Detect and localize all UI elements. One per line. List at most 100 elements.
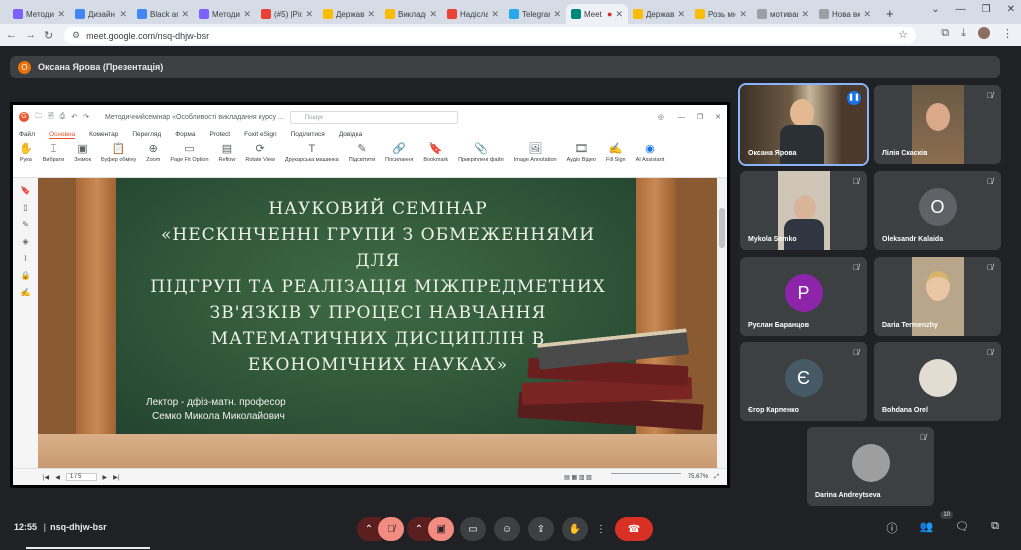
participant-tile[interactable]: Р 🎙̸ Руслан Баранцов — [740, 257, 867, 336]
account-icon[interactable]: ◎ — [658, 113, 664, 121]
raise-hand-button[interactable]: ✋ — [562, 517, 588, 541]
tool-snapshot[interactable]: ▣ Знімок — [74, 143, 91, 177]
menu-icon[interactable]: ⋮ — [1002, 27, 1013, 40]
close-icon[interactable]: ✕ — [615, 9, 623, 20]
camera-toggle-button[interactable]: ▣̸ — [428, 517, 454, 541]
tool-clipboard[interactable]: 📋 Буфер обміну — [101, 143, 136, 177]
menu-esign[interactable]: Foxit eSign — [244, 131, 277, 138]
info-icon[interactable]: ⓘ — [886, 520, 897, 536]
scrollbar-thumb[interactable] — [719, 208, 725, 248]
close-icon[interactable]: ✕ — [367, 9, 375, 20]
layers-panel-icon[interactable]: ◈ — [22, 237, 28, 246]
zoom-slider[interactable] — [611, 473, 681, 474]
pages-panel-icon[interactable]: ▯ — [23, 203, 27, 212]
menu-comment[interactable]: Коментар — [89, 131, 118, 138]
tab-3[interactable]: Методи ✕ — [194, 4, 256, 24]
close-icon[interactable]: ✕ — [677, 9, 685, 20]
people-icon[interactable]: 👥 — [919, 520, 933, 536]
close-icon[interactable]: ✕ — [119, 9, 127, 20]
extensions-icon[interactable]: ⧉ — [941, 27, 949, 40]
participant-tile[interactable]: 🎙̸ Mykola Semko — [740, 171, 867, 250]
tool-typewriter[interactable]: T Друкарська машинка — [285, 143, 339, 177]
new-tab-button[interactable]: + — [876, 4, 904, 24]
tool-hand[interactable]: ✋ Рука — [19, 143, 33, 177]
tab-11[interactable]: Розь мн ✕ — [690, 4, 752, 24]
participant-tile[interactable]: Є 🎙̸ Єгор Карпенко — [740, 342, 867, 421]
tab-2[interactable]: Black an ✕ — [132, 4, 194, 24]
signature-panel-icon[interactable]: ✍ — [21, 288, 31, 297]
captions-button[interactable]: ▭ — [460, 517, 486, 541]
tool-select[interactable]: ⌶ Вибрати — [43, 143, 64, 177]
undo-icon[interactable]: ↶ — [71, 113, 77, 121]
present-button[interactable]: ⇪ — [528, 517, 554, 541]
download-icon[interactable]: ⤓ — [961, 27, 966, 40]
prev-page-icon[interactable]: ◀ — [55, 474, 60, 481]
next-page-icon[interactable]: ▶ — [103, 474, 108, 481]
minimize-icon[interactable]: — — [956, 4, 966, 15]
tab-8[interactable]: Telegram✕ — [504, 4, 566, 24]
chat-icon[interactable]: 🗨 — [955, 520, 969, 536]
menu-protect[interactable]: Protect — [210, 131, 231, 138]
omnibox[interactable]: ⚙ meet.google.com/nsq-dhjw-bsr ☆ — [64, 27, 916, 44]
tab-4[interactable]: (#5) |Pio ✕ — [256, 4, 318, 24]
redo-icon[interactable]: ↷ — [83, 113, 89, 121]
menu-help[interactable]: Довідка — [339, 131, 362, 138]
print-icon[interactable]: ⎙ — [60, 113, 66, 121]
tab-10[interactable]: Держав ✕ — [628, 4, 690, 24]
tool-zoom[interactable]: ⊕ Zoom — [146, 143, 160, 177]
close-icon[interactable]: ✕ — [305, 9, 313, 20]
bookmark-panel-icon[interactable]: 🔖 — [21, 186, 31, 195]
attachments-panel-icon[interactable]: ⌇ — [24, 254, 28, 263]
restore-icon[interactable]: ❐ — [982, 4, 991, 15]
participant-tile[interactable]: ❚❚ Оксана Ярова — [738, 83, 869, 166]
last-page-icon[interactable]: ▶| — [113, 474, 119, 481]
close-icon[interactable]: ✕ — [491, 9, 499, 20]
site-info-icon[interactable]: ⚙ — [72, 30, 80, 41]
comments-panel-icon[interactable]: ✎ — [22, 220, 29, 229]
close-icon[interactable]: ✕ — [715, 113, 721, 121]
participant-tile[interactable]: 🎙̸ Daria Termenzhy — [874, 257, 1001, 336]
tool-image-annotation[interactable]: 🖼 Image Annotation — [514, 143, 557, 177]
close-icon[interactable]: ✕ — [553, 9, 561, 20]
end-call-button[interactable]: ☎ — [615, 517, 653, 541]
tab-search-icon[interactable]: ⌄ — [931, 4, 939, 15]
tool-bookmark[interactable]: 🔖 Bookmark — [423, 143, 448, 177]
participant-tile[interactable]: O 🎙̸ Oleksandr Kalaida — [874, 171, 1001, 250]
participant-tile[interactable]: 🎙̸ Darina Andreytseva — [807, 427, 934, 506]
forward-icon[interactable]: → — [25, 29, 36, 41]
url-text[interactable]: meet.google.com/nsq-dhjw-bsr — [86, 31, 209, 41]
menu-share[interactable]: Поділитися — [291, 131, 325, 138]
tool-page-fit[interactable]: ▭ Page Fit Option — [170, 143, 208, 177]
tool-audio-video[interactable]: 🎞 Аудіо Відео — [567, 143, 596, 177]
tab-0[interactable]: Методи ✕ — [8, 4, 70, 24]
vertical-scrollbar[interactable] — [717, 178, 727, 468]
tab-7[interactable]: Надісла ✕ — [442, 4, 504, 24]
mic-toggle-button[interactable]: 🎙̸ — [378, 517, 404, 541]
more-options-button[interactable]: ⋮ — [592, 517, 610, 541]
tool-fill-sign[interactable]: ✍ Fill Sign — [606, 143, 626, 177]
tab-13[interactable]: Нова вк ✕ — [814, 4, 876, 24]
tab-5[interactable]: Держав ✕ — [318, 4, 380, 24]
zoom-level[interactable]: 75.67% — [688, 474, 708, 480]
tool-highlight[interactable]: ✎ Підсвітити — [349, 143, 375, 177]
reload-icon[interactable]: ↻ — [44, 29, 53, 42]
tool-reflow[interactable]: ▤ Reflow — [219, 143, 236, 177]
profile-avatar[interactable] — [978, 27, 990, 39]
close-icon[interactable]: ✕ — [243, 9, 251, 20]
open-icon[interactable]: 🗀 — [35, 112, 42, 123]
back-icon[interactable]: ← — [6, 29, 17, 41]
first-page-icon[interactable]: |◀ — [43, 474, 49, 481]
menu-form[interactable]: Форма — [175, 131, 195, 138]
menu-file[interactable]: Файл — [19, 131, 35, 138]
bookmark-star-icon[interactable]: ☆ — [898, 28, 908, 41]
close-icon[interactable]: ✕ — [181, 9, 189, 20]
close-icon[interactable]: ✕ — [863, 9, 871, 20]
tool-attach[interactable]: 📎 Прикріплені файл — [458, 143, 504, 177]
emoji-button[interactable]: ☺ — [494, 517, 520, 541]
save-icon[interactable]: 🗎 — [48, 112, 54, 123]
tab-meet-active[interactable]: Meet ● ✕ — [566, 4, 628, 24]
menu-view[interactable]: Перегляд — [132, 131, 161, 138]
close-icon[interactable]: ✕ — [739, 9, 747, 20]
tab-6[interactable]: Викладе✕ — [380, 4, 442, 24]
close-icon[interactable]: ✕ — [57, 9, 65, 20]
